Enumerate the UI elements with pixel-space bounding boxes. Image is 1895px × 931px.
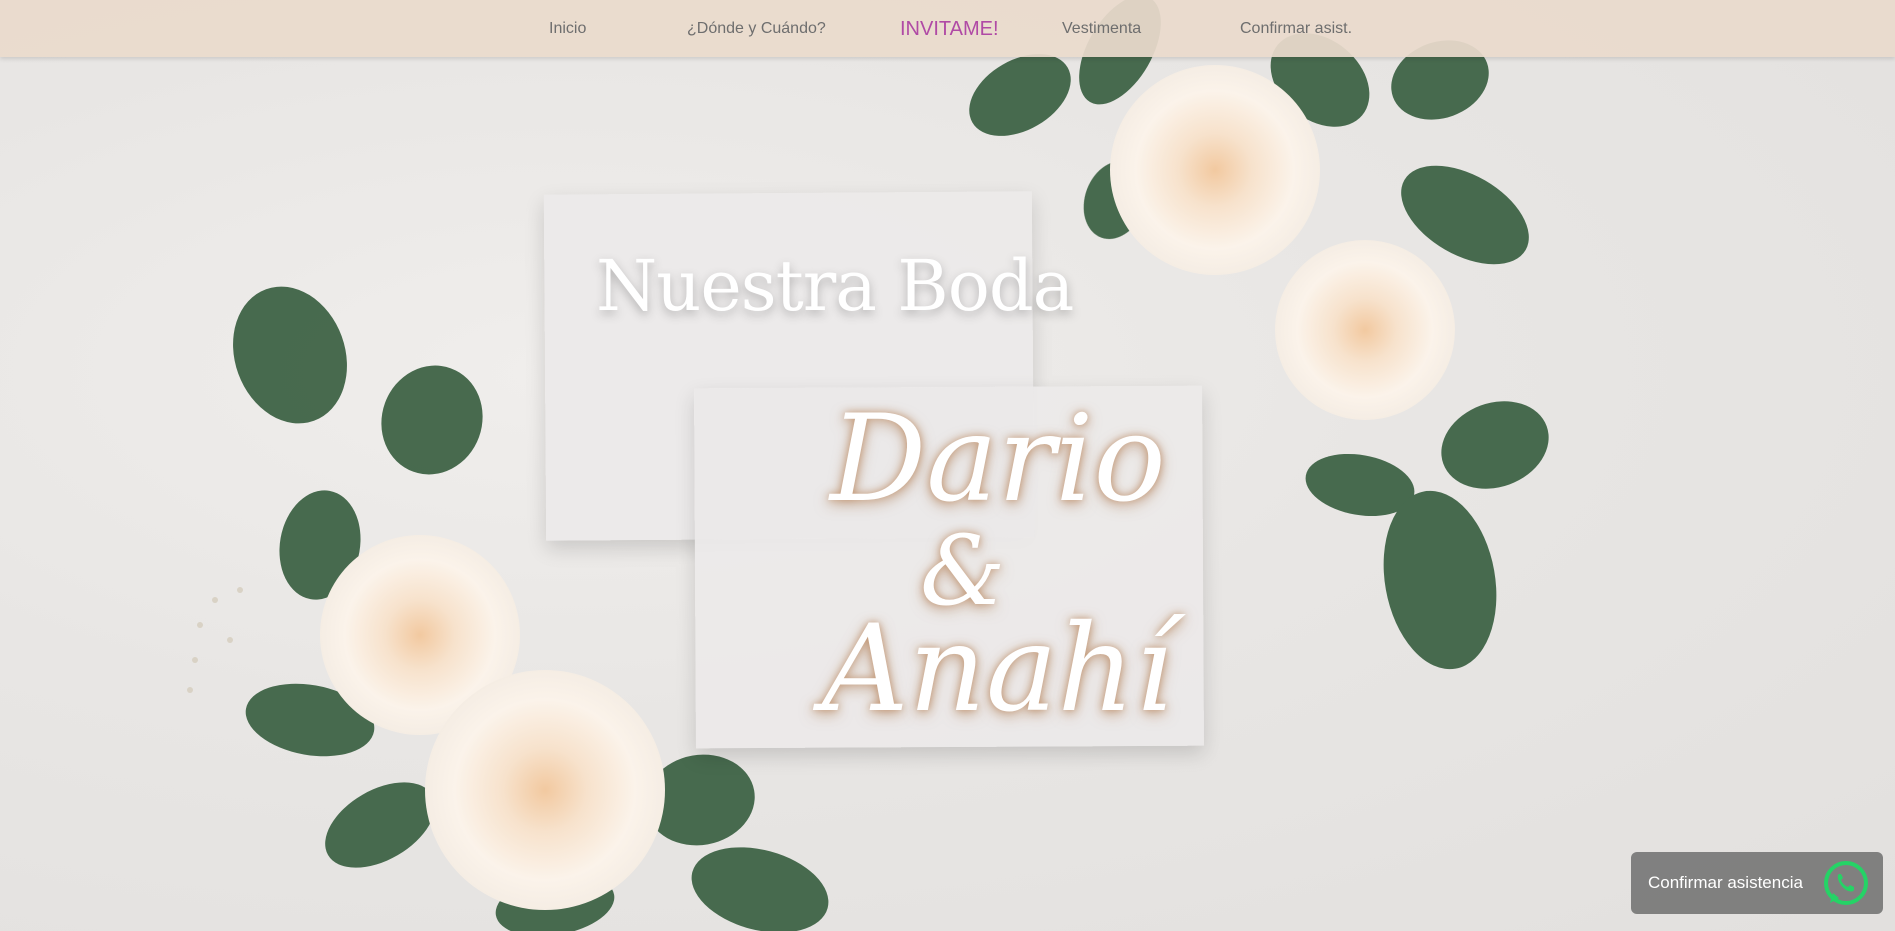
whatsapp-confirm-label: Confirmar asistencia [1648,873,1803,892]
nav-invitame[interactable]: INVITAME! [900,18,999,41]
whatsapp-confirm-button[interactable]: Confirmar asistencia [1631,852,1883,914]
bride-name: Anahí [822,600,1174,739]
nav-confirmar[interactable]: Confirmar asist. [1240,20,1352,38]
nav-donde-cuando[interactable]: ¿Dónde y Cuándo? [687,20,826,38]
groom-name: Dario [830,390,1166,529]
whatsapp-icon [1824,861,1868,905]
top-navbar: Inicio ¿Dónde y Cuándo? INVITAME! Vestim… [0,0,1895,57]
nav-inicio[interactable]: Inicio [549,20,586,38]
nav-vestimenta[interactable]: Vestimenta [1062,20,1141,38]
hero-title: Nuestra Boda [596,245,1074,327]
